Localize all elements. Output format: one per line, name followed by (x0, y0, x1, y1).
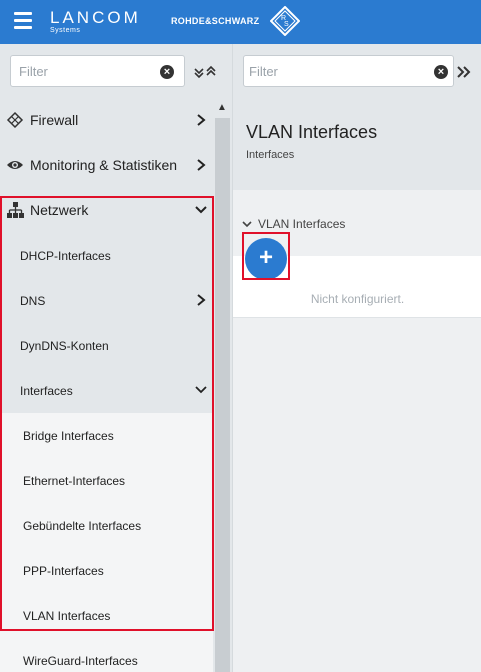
nav-item-wireguard-interfaces[interactable]: WireGuard-Interfaces (0, 638, 213, 672)
nav-scrollbar[interactable]: ▲ (213, 98, 232, 672)
eye-icon (7, 161, 23, 169)
top-header: LANCOM Systems ROHDE&SCHWARZ R S (0, 0, 481, 44)
nav-item-ppp-interfaces[interactable]: PPP-Interfaces (0, 548, 213, 593)
chevron-right-icon (197, 159, 206, 171)
nav-label-netzwerk: Netzwerk (30, 202, 89, 218)
double-chevron-right-icon[interactable] (455, 64, 473, 80)
expand-collapse-all-icon[interactable] (193, 64, 217, 80)
nav-item-dns[interactable]: DNS (0, 278, 213, 323)
nav-label-dns: DNS (20, 293, 46, 308)
lancom-logo: LANCOM Systems (50, 9, 141, 35)
page-title: VLAN Interfaces (246, 122, 378, 142)
scrollbar-thumb[interactable] (215, 118, 230, 672)
rohde-schwarz-logo-icon: R S (270, 6, 300, 36)
nav-item-bridge-interfaces[interactable]: Bridge Interfaces (0, 413, 213, 458)
nav-item-gebuendelte-interfaces[interactable]: Gebündelte Interfaces (0, 503, 213, 548)
menu-icon[interactable] (14, 12, 32, 30)
filter-placeholder: Filter (19, 64, 48, 79)
scroll-up-icon[interactable]: ▲ (217, 102, 227, 113)
clear-filter-icon[interactable]: × (434, 65, 448, 79)
nav-item-firewall[interactable]: Firewall (0, 98, 213, 143)
page-header: VLAN Interfaces Interfaces (233, 98, 481, 190)
chevron-down-icon (195, 386, 207, 394)
brand-sub: Systems (50, 27, 81, 34)
chevron-down-icon (195, 206, 207, 214)
nav-item-interfaces[interactable]: Interfaces (0, 368, 213, 413)
nav-label-dyndns-konten: DynDNS-Konten (20, 338, 109, 353)
nav-label-vlan-interfaces: VLAN Interfaces (23, 608, 111, 623)
partner-text: ROHDE&SCHWARZ (171, 16, 260, 26)
nav-label-interfaces: Interfaces (20, 383, 73, 398)
nav-label-monitoring: Monitoring & Statistiken (30, 157, 178, 173)
add-button[interactable]: + (245, 238, 287, 280)
nav-label-firewall: Firewall (30, 112, 79, 128)
nav-filter-input[interactable]: Filter × (10, 55, 185, 87)
content-area: VLAN Interfaces + Nicht konfiguriert. (233, 190, 481, 672)
left-panel: Filter × Firewall Monitoring & Statistik… (0, 44, 232, 672)
breadcrumb[interactable]: Interfaces (246, 149, 294, 161)
section-header[interactable]: VLAN Interfaces (242, 217, 345, 231)
right-panel: Filter × VLAN Interfaces Interfaces VLAN… (232, 44, 481, 672)
nav-label-ppp-interfaces: PPP-Interfaces (23, 563, 104, 578)
content-filter-placeholder: Filter (249, 64, 278, 79)
section-title: VLAN Interfaces (258, 217, 346, 231)
chevron-right-icon (197, 294, 206, 306)
content-filter-input[interactable]: Filter × (243, 55, 454, 87)
nav-label-dhcp-interfaces: DHCP-Interfaces (20, 248, 111, 263)
nav-item-vlan-interfaces[interactable]: VLAN Interfaces (0, 593, 213, 638)
nav-item-dhcp-interfaces[interactable]: DHCP-Interfaces (0, 233, 213, 278)
svg-text:S: S (284, 21, 289, 28)
chevron-down-icon (242, 221, 252, 228)
brand-name: LANCOM (50, 8, 141, 27)
right-filter-bar: Filter × (233, 44, 481, 98)
nav-item-netzwerk[interactable]: Netzwerk (0, 188, 213, 233)
nav-item-monitoring[interactable]: Monitoring & Statistiken (0, 143, 213, 188)
nav-item-ethernet-interfaces[interactable]: Ethernet-Interfaces (0, 458, 213, 503)
clear-filter-icon[interactable]: × (160, 65, 174, 79)
nav-label-ethernet-interfaces: Ethernet-Interfaces (23, 473, 126, 488)
navigation-tree: Firewall Monitoring & Statistiken Netzwe… (0, 98, 213, 672)
firewall-icon (6, 111, 24, 129)
chevron-right-icon (197, 114, 206, 126)
empty-state-text: Nicht konfiguriert. (310, 292, 405, 306)
nav-label-wireguard-interfaces: WireGuard-Interfaces (23, 653, 138, 668)
nav-item-dyndns-konten[interactable]: DynDNS-Konten (0, 323, 213, 368)
network-icon (7, 202, 24, 218)
nav-label-gebuendelte-interfaces: Gebündelte Interfaces (23, 518, 142, 533)
nav-label-bridge-interfaces: Bridge Interfaces (23, 428, 114, 443)
